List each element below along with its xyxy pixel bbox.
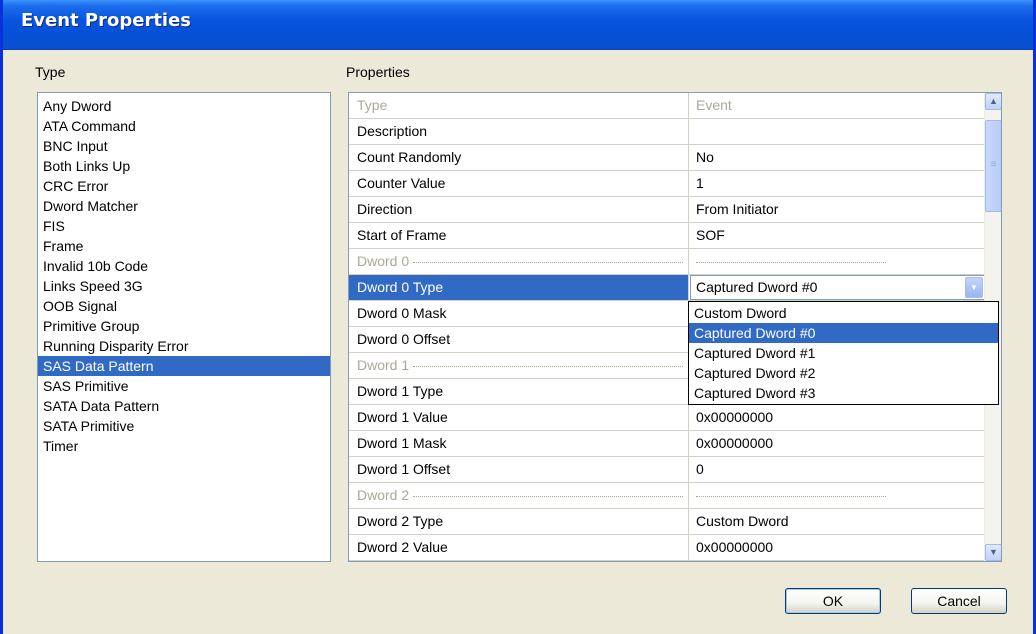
- type-item-sas-data-pattern[interactable]: SAS Data Pattern: [38, 356, 330, 376]
- type-item-crc-error[interactable]: CRC Error: [38, 176, 330, 196]
- type-item-frame[interactable]: Frame: [38, 236, 330, 256]
- property-name: Dword 0 Offset: [349, 327, 689, 352]
- type-item-any-dword[interactable]: Any Dword: [38, 96, 330, 116]
- type-item-primitive-group[interactable]: Primitive Group: [38, 316, 330, 336]
- property-row-dword-1-value[interactable]: Dword 1 Value 0x00000000: [349, 405, 985, 431]
- property-name: Dword 1 Mask: [349, 431, 689, 456]
- dropdown-option-captured-dword-3[interactable]: Captured Dword #3: [689, 383, 998, 403]
- dword-type-dropdown-list[interactable]: Custom Dword Captured Dword #0 Captured Dw…: [688, 301, 999, 405]
- separator-line: [696, 495, 886, 497]
- property-name: Count Randomly: [349, 145, 689, 170]
- property-row-dword-2[interactable]: Dword 2: [349, 483, 985, 509]
- property-value[interactable]: 0x00000000: [690, 405, 985, 430]
- type-item-timer[interactable]: Timer: [38, 436, 330, 456]
- dropdown-option-captured-dword-2[interactable]: Captured Dword #2: [689, 363, 998, 383]
- property-value[interactable]: 0: [690, 457, 985, 482]
- type-item-fis[interactable]: FIS: [38, 216, 330, 236]
- property-name: Dword 0: [349, 249, 689, 274]
- property-name: Dword 1 Offset: [349, 457, 689, 482]
- property-value[interactable]: 0x00000000: [690, 535, 985, 560]
- type-item-links-speed-3g[interactable]: Links Speed 3G: [38, 276, 330, 296]
- ok-button[interactable]: OK: [785, 588, 881, 614]
- scroll-thumb[interactable]: ≡: [985, 120, 1001, 212]
- dropdown-option-custom-dword[interactable]: Custom Dword: [689, 303, 998, 323]
- property-value[interactable]: 1: [690, 171, 985, 196]
- property-name: Counter Value: [349, 171, 689, 196]
- title-bar[interactable]: Event Properties: [3, 0, 1033, 50]
- property-value[interactable]: [690, 119, 985, 144]
- type-item-ata-command[interactable]: ATA Command: [38, 116, 330, 136]
- type-group-label: Type: [35, 64, 66, 80]
- property-row-start-of-frame[interactable]: Start of Frame SOF: [349, 223, 985, 249]
- scroll-up-icon[interactable]: ▲: [985, 93, 1001, 110]
- property-row-direction[interactable]: Direction From Initiator: [349, 197, 985, 223]
- property-value[interactable]: From Initiator: [690, 197, 985, 222]
- property-value[interactable]: 0x00000000: [690, 431, 985, 456]
- property-name: Dword 0 Mask: [349, 301, 689, 326]
- property-row-dword-2-value[interactable]: Dword 2 Value 0x00000000: [349, 535, 985, 561]
- property-row-count-randomly[interactable]: Count Randomly No: [349, 145, 985, 171]
- type-item-dword-matcher[interactable]: Dword Matcher: [38, 196, 330, 216]
- property-name: Dword 2 Value: [349, 535, 689, 560]
- property-row-dword-2-type[interactable]: Dword 2 Type Custom Dword: [349, 509, 985, 535]
- dword-0-type-combobox[interactable]: Captured Dword #0 ▼: [690, 275, 985, 300]
- property-row-type[interactable]: Type Event: [349, 93, 985, 119]
- property-row-dword-0-type[interactable]: Dword 0 Type Captured Dword #0 ▼: [349, 275, 985, 301]
- scroll-down-icon[interactable]: ▼: [985, 544, 1001, 561]
- property-name: Direction: [349, 197, 689, 222]
- type-item-running-disparity-error[interactable]: Running Disparity Error: [38, 336, 330, 356]
- property-name: Dword 1 Type: [349, 379, 689, 404]
- type-item-bnc-input[interactable]: BNC Input: [38, 136, 330, 156]
- dropdown-option-captured-dword-1[interactable]: Captured Dword #1: [689, 343, 998, 363]
- separator-line: [696, 261, 886, 263]
- property-value: [690, 483, 985, 508]
- property-name: Dword 2: [349, 483, 689, 508]
- property-name: Description: [349, 119, 689, 144]
- property-value[interactable]: SOF: [690, 223, 985, 248]
- separator-line: [413, 495, 684, 497]
- property-value[interactable]: No: [690, 145, 985, 170]
- cancel-button[interactable]: Cancel: [911, 588, 1007, 614]
- property-row-dword-0[interactable]: Dword 0: [349, 249, 985, 275]
- separator-line: [413, 365, 684, 367]
- type-item-oob-signal[interactable]: OOB Signal: [38, 296, 330, 316]
- property-row-dword-1-offset[interactable]: Dword 1 Offset 0: [349, 457, 985, 483]
- type-list[interactable]: Any Dword ATA Command BNC Input Both Links …: [37, 92, 331, 562]
- combobox-value: Captured Dword #0: [696, 279, 818, 295]
- property-name: Dword 0 Type: [349, 275, 689, 300]
- property-name: Dword 2 Type: [349, 509, 689, 534]
- type-item-invalid-10b-code[interactable]: Invalid 10b Code: [38, 256, 330, 276]
- property-row-description[interactable]: Description: [349, 119, 985, 145]
- property-name: Start of Frame: [349, 223, 689, 248]
- property-name: Dword 1 Value: [349, 405, 689, 430]
- properties-group-label: Properties: [346, 64, 410, 80]
- property-value: Event: [696, 97, 732, 113]
- type-item-sata-primitive[interactable]: SATA Primitive: [38, 416, 330, 436]
- property-value: [690, 249, 985, 274]
- property-row-counter-value[interactable]: Counter Value 1: [349, 171, 985, 197]
- property-row-dword-1-mask[interactable]: Dword 1 Mask 0x00000000: [349, 431, 985, 457]
- dropdown-option-captured-dword-0[interactable]: Captured Dword #0: [689, 323, 998, 343]
- separator-line: [413, 261, 684, 263]
- chevron-down-icon[interactable]: ▼: [965, 277, 983, 298]
- window-title: Event Properties: [21, 10, 192, 31]
- property-value[interactable]: Custom Dword: [690, 509, 985, 534]
- type-item-sas-primitive[interactable]: SAS Primitive: [38, 376, 330, 396]
- property-name: Dword 1: [349, 353, 689, 378]
- type-item-sata-data-pattern[interactable]: SATA Data Pattern: [38, 396, 330, 416]
- type-item-both-links-up[interactable]: Both Links Up: [38, 156, 330, 176]
- property-name: Type: [349, 93, 689, 118]
- event-properties-dialog: Event Properties Type Properties Any Dwo…: [0, 0, 1036, 634]
